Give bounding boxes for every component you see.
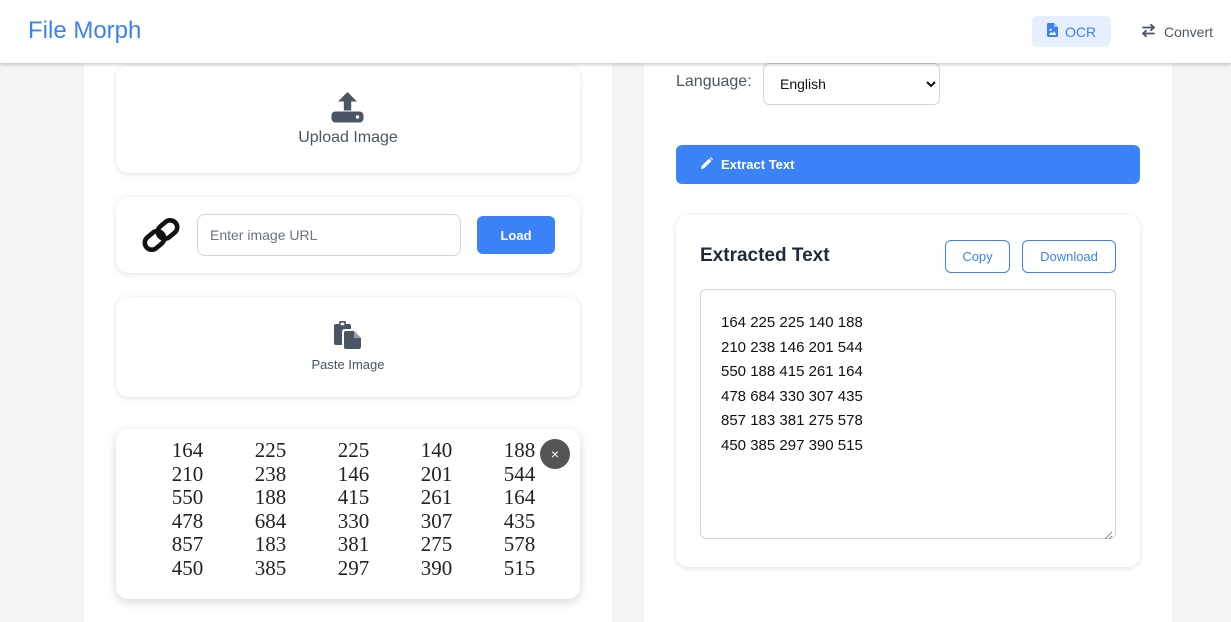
- preview-cell: 140: [420, 438, 453, 462]
- language-select[interactable]: English: [763, 63, 940, 105]
- paste-image-dropzone[interactable]: Paste Image: [116, 297, 580, 397]
- preview-cell: 164: [171, 438, 204, 462]
- preview-cell: 201: [420, 461, 453, 486]
- navbar: File Morph OCR Convert: [0, 0, 1231, 63]
- preview-cell: 225: [254, 438, 287, 462]
- nav-convert-label: Convert: [1164, 23, 1214, 40]
- preview-cell: 450: [171, 555, 204, 580]
- preview-row: 450 385 297 390 515: [146, 555, 561, 581]
- preview-cell: 578: [503, 532, 536, 557]
- remove-image-button[interactable]: ×: [540, 439, 570, 469]
- resize-grip-icon[interactable]: [1104, 527, 1113, 540]
- preview-cell: 146: [337, 461, 370, 486]
- image-url-input[interactable]: [197, 214, 461, 256]
- extract-text-label: Extract Text: [721, 157, 795, 172]
- preview-cell: 225: [337, 438, 370, 462]
- extract-text-button[interactable]: Extract Text: [676, 145, 1140, 184]
- extracted-text-line: 164 225 225 140 188: [721, 314, 863, 331]
- extracted-text-content: 164 225 225 140 188 210 238 146 201 544 …: [721, 314, 863, 461]
- preview-cell: 297: [337, 555, 370, 580]
- preview-cell: 478: [171, 508, 204, 533]
- preview-cell: 330: [337, 508, 370, 533]
- link-icon: [141, 217, 181, 257]
- preview-cell: 435: [503, 508, 536, 533]
- preview-cell: 275: [420, 532, 453, 557]
- preview-row: 478 684 330 307 435: [146, 508, 561, 534]
- load-button[interactable]: Load: [477, 216, 555, 254]
- preview-cell: 390: [420, 555, 453, 580]
- file-image-icon: [1046, 23, 1058, 40]
- paste-image-label: Paste Image: [311, 357, 385, 372]
- preview-cell: 164: [503, 485, 536, 510]
- preview-cell: 381: [337, 532, 370, 557]
- preview-cell: 307: [420, 508, 453, 533]
- extracted-text-line: 210 238 146 201 544: [721, 338, 863, 356]
- preview-row: 550 188 415 261 164: [146, 486, 561, 510]
- extracted-text-area[interactable]: 164 225 225 140 188 210 238 146 201 544 …: [700, 289, 1116, 540]
- preview-cell: 515: [503, 555, 536, 580]
- preview-cell: 550: [171, 485, 204, 510]
- preview-cell: 210: [171, 461, 204, 486]
- language-label: Language:: [676, 73, 752, 90]
- preview-cell: 684: [254, 508, 287, 533]
- preview-cell: 385: [254, 555, 287, 580]
- paste-icon: [333, 321, 362, 354]
- extracted-text-line: 550 188 415 261 164: [721, 363, 863, 380]
- extracted-text-line: 857 183 381 275 578: [721, 412, 863, 429]
- preview-cell: 415: [337, 485, 370, 510]
- extracted-text-card: Extracted Text Copy Download 164 225 225…: [676, 215, 1140, 567]
- preview-cell: 857: [171, 532, 204, 557]
- preview-cell: 188: [254, 485, 287, 510]
- extracted-text-line: 478 684 330 307 435: [721, 387, 863, 405]
- nav-ocr[interactable]: OCR: [1032, 16, 1111, 47]
- preview-image: 164 225 225 140 188 210 238 146 201 544 …: [146, 438, 561, 581]
- preview-cell: 261: [420, 485, 453, 510]
- extracted-text-title: Extracted Text: [700, 245, 830, 266]
- download-button[interactable]: Download: [1022, 240, 1116, 273]
- pencil-icon: [700, 156, 713, 173]
- nav-convert[interactable]: Convert: [1141, 16, 1213, 47]
- image-preview: 164 225 225 140 188 210 238 146 201 544 …: [116, 429, 580, 599]
- preview-cell: 183: [254, 532, 287, 557]
- preview-cell: 238: [254, 461, 287, 486]
- nav-ocr-label: OCR: [1064, 23, 1097, 40]
- upload-image-label: Upload Image: [298, 129, 398, 146]
- image-url-loader: Load: [116, 197, 580, 273]
- extracted-text-line: 450 385 297 390 515: [721, 436, 863, 454]
- swap-arrows-icon: [1141, 23, 1156, 40]
- brand-logo[interactable]: File Morph: [28, 17, 141, 45]
- preview-row: 164 225 225 140 188: [146, 438, 561, 463]
- upload-image-dropzone[interactable]: Upload Image: [116, 66, 580, 173]
- upload-icon: [331, 90, 364, 128]
- preview-row: 210 238 146 201 544: [146, 461, 561, 487]
- copy-button[interactable]: Copy: [945, 240, 1010, 273]
- preview-row: 857 183 381 275 578: [146, 533, 561, 557]
